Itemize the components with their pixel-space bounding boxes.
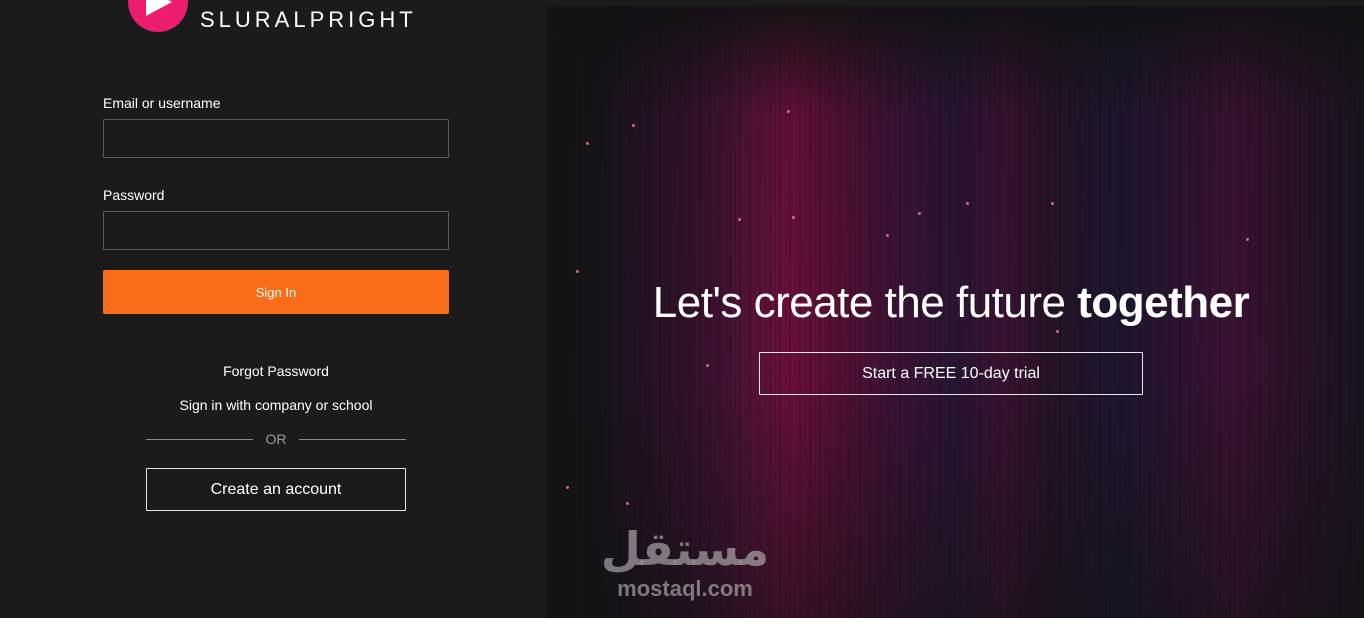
sparkle-decoration	[738, 218, 741, 221]
sign-in-button[interactable]: Sign In	[103, 270, 449, 314]
divider-line-left	[146, 438, 253, 440]
watermark-arabic: مستقل	[600, 522, 770, 576]
login-panel: SLURALPRIGHT Email or username Password …	[0, 0, 546, 618]
headline-regular: Let's create the future	[652, 278, 1078, 327]
sparkle-decoration	[566, 486, 569, 489]
hero-headline: Let's create the future together	[546, 278, 1356, 328]
email-field[interactable]	[103, 119, 449, 158]
divider-line-right	[299, 438, 406, 440]
sparkle-decoration	[1246, 238, 1249, 241]
sparkle-decoration	[966, 202, 969, 205]
sparkle-decoration	[1056, 330, 1059, 333]
sparkle-decoration	[586, 142, 589, 145]
sparkle-decoration	[626, 502, 629, 505]
brand-logo[interactable]: SLURALPRIGHT	[128, 0, 417, 32]
sparkle-decoration	[792, 216, 795, 219]
create-account-button[interactable]: Create an account	[146, 468, 406, 511]
sparkle-decoration	[576, 270, 579, 273]
sparkle-decoration	[706, 364, 709, 367]
brand-name: SLURALPRIGHT	[200, 7, 417, 32]
headline-bold: together	[1077, 278, 1250, 327]
sparkle-decoration	[787, 110, 790, 113]
password-field[interactable]	[103, 211, 449, 250]
free-trial-button[interactable]: Start a FREE 10-day trial	[759, 352, 1143, 395]
sparkle-decoration	[918, 212, 921, 215]
watermark: مستقل mostaql.com	[600, 526, 770, 602]
sparkle-decoration	[1051, 202, 1054, 205]
watermark-latin: mostaql.com	[617, 576, 753, 601]
or-divider: OR	[146, 430, 406, 448]
forgot-password-link[interactable]: Forgot Password	[103, 363, 449, 379]
or-text: OR	[265, 431, 287, 447]
email-label: Email or username	[103, 95, 221, 111]
password-label: Password	[103, 187, 165, 203]
sparkle-decoration	[632, 124, 635, 127]
sparkle-decoration	[886, 234, 889, 237]
play-icon	[128, 0, 188, 32]
hero-banner: Let's create the future together Start a…	[546, 6, 1364, 618]
company-sign-in-link[interactable]: Sign in with company or school	[103, 397, 449, 413]
login-page: SLURALPRIGHT Email or username Password …	[0, 0, 1364, 618]
